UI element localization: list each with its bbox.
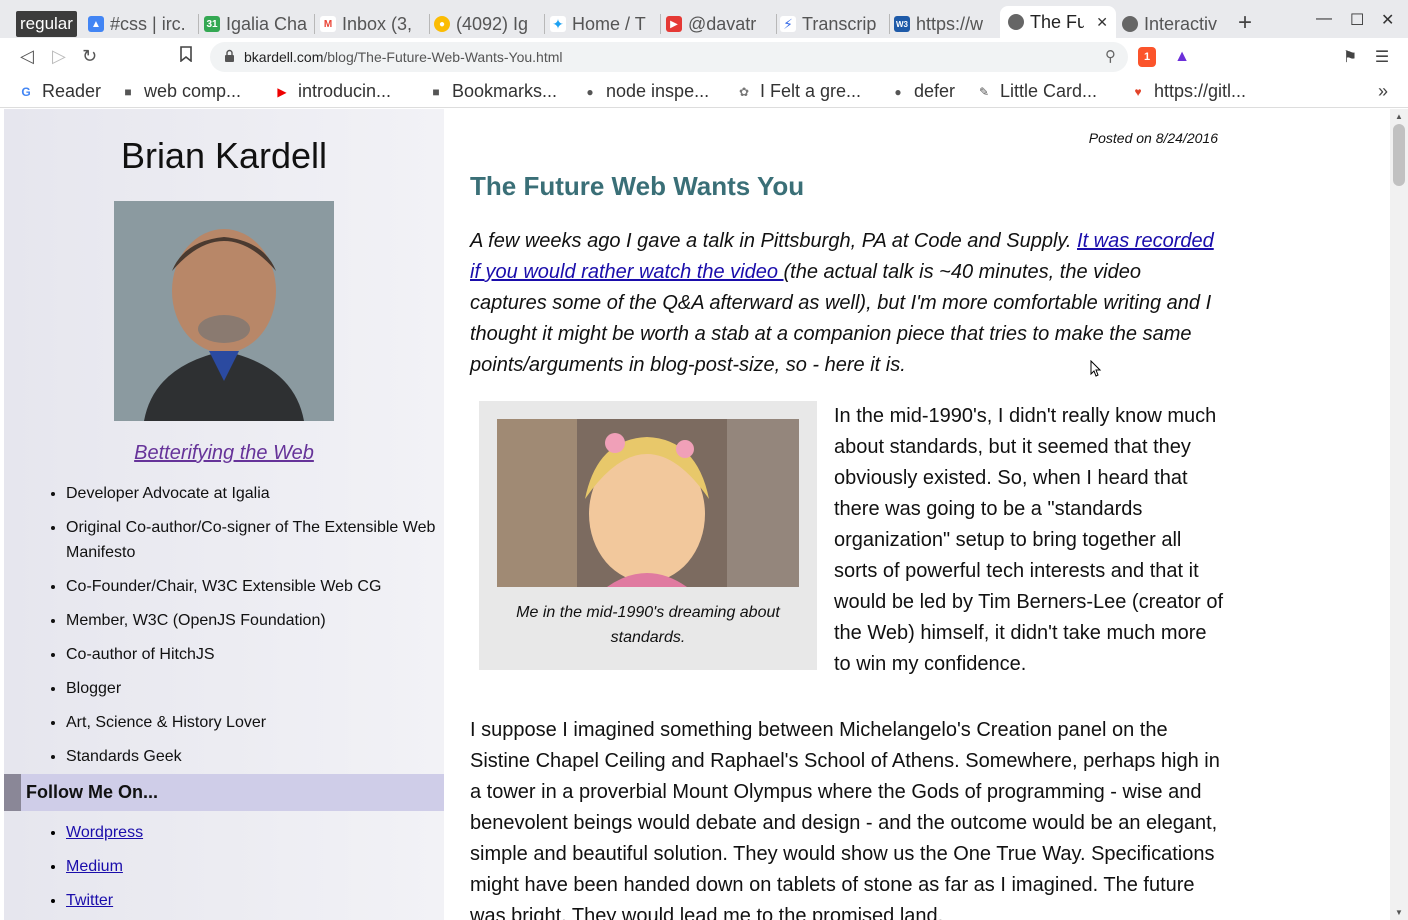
maximize-icon[interactable]: ☐ (1350, 10, 1364, 30)
gmail-icon: M (320, 16, 336, 32)
list-item: Blogger (66, 676, 436, 701)
youtube-icon: ▶ (277, 84, 287, 99)
w3c-icon: W3 (894, 16, 910, 32)
bookmark-introducing[interactable]: ▶ introducin... (274, 81, 391, 102)
menu-icon[interactable]: ☰ (1372, 47, 1392, 67)
list-item: Art, Science & History Lover (66, 710, 436, 735)
paw-icon: ✿ (738, 84, 750, 99)
list-item: Co-Founder/Chair, W3C Extensible Web CG (66, 574, 436, 599)
new-tab-button[interactable]: + (1238, 9, 1252, 37)
bookmark-felt-great[interactable]: ✿ I Felt a gre... (736, 81, 861, 102)
article-paragraph: In the mid-1990's, I didn't really know … (834, 405, 1224, 675)
mouse-cursor-icon (1090, 360, 1102, 377)
tab-interactive[interactable]: Interactiv (1122, 10, 1230, 38)
close-tab-icon[interactable]: ✕ (1096, 14, 1108, 31)
extensions-icon[interactable]: ⚑ (1340, 47, 1360, 67)
more-bookmarks-icon[interactable]: » (1378, 81, 1388, 102)
article-intro: A few weeks ago I gave a talk in Pittsbu… (470, 230, 1214, 376)
back-icon[interactable]: ◁ (20, 46, 34, 67)
author-name: Brian Kardell (120, 135, 328, 176)
wordpress-link[interactable]: Wordpress (66, 824, 143, 841)
twitter-icon: ✦ (550, 16, 566, 32)
scroll-up-icon[interactable]: ▲ (1395, 112, 1403, 121)
author-photo (114, 201, 334, 421)
post-date: Posted on 8/24/2016 (1088, 130, 1218, 146)
forward-icon[interactable]: ▷ (52, 46, 66, 67)
video-icon: ▶ (666, 16, 682, 32)
tab-inbox[interactable]: M Inbox (3, (320, 10, 426, 38)
bookmarks-bar: G Reader ■ web comp... ▶ introducin... ■ Boo… (0, 76, 1408, 108)
profile-sidebar: Brian Kardell Betterifying the Web Devel… (4, 109, 444, 920)
minimize-icon[interactable]: — (1316, 10, 1332, 28)
list-item: Co-author of HitchJS (66, 642, 436, 667)
chat-icon: ● (434, 16, 450, 32)
tab-irc[interactable]: ▲ #css | irc. (88, 10, 194, 38)
zoom-icon[interactable]: ⚲ (1105, 47, 1116, 65)
tab-davatron[interactable]: ▶ @davatr (666, 10, 772, 38)
bookmark-reader[interactable]: G Reader (18, 81, 101, 102)
globe-icon: ● (894, 84, 902, 99)
lock-icon (225, 49, 234, 62)
follow-links-list: Wordpress Medium Twitter (66, 821, 143, 920)
close-window-icon[interactable]: ✕ (1381, 10, 1394, 30)
bookmark-node-inspector[interactable]: ● node inspe... (582, 81, 709, 102)
figure-image (497, 419, 799, 587)
article-title: The Future Web Wants You (470, 171, 805, 201)
calendar-icon: 31 (204, 16, 220, 32)
bookmark-page-icon[interactable] (180, 46, 192, 67)
dog-icon: ✎ (978, 84, 990, 99)
gitlab-icon: ♥ (1134, 84, 1142, 99)
bookmark-folder-bookmarks[interactable]: ■ Bookmarks... (428, 81, 557, 102)
bookmark-gitlab[interactable]: ♥ https://gitl... (1130, 81, 1246, 102)
folder-icon: ■ (124, 84, 132, 99)
google-icon: G (21, 84, 31, 99)
rewards-icon[interactable]: ▲ (1172, 47, 1192, 67)
tab-twitter-home[interactable]: ✦ Home / T (550, 10, 656, 38)
list-item: Standards Geek (66, 744, 436, 769)
brave-shield-icon[interactable]: 1 (1138, 47, 1156, 67)
vertical-scrollbar[interactable]: ▲ ▼ (1390, 109, 1408, 920)
figure-caption: Me in the mid-1990's dreaming about stan… (516, 604, 780, 646)
tab-w3c[interactable]: W3 https://w (894, 10, 998, 38)
tab-group-label[interactable]: regular (16, 11, 77, 37)
reload-icon[interactable]: ↻ (82, 46, 97, 67)
url-text: bkardell.com/blog/The-Future-Web-Wants-Y… (244, 49, 563, 65)
folder-icon: ■ (432, 84, 440, 99)
follow-heading: Follow Me On... (4, 774, 444, 811)
tab-strip: regular ▲ #css | irc. 31 Igalia Cha M In… (0, 0, 1408, 38)
tagline-link[interactable]: Betterifying the Web (4, 442, 444, 465)
browser-toolbar: ◁ ▷ ↻ bkardell.com/blog/The-Future-Web-W… (0, 38, 1408, 76)
globe-icon (1008, 14, 1024, 30)
globe-icon (1122, 16, 1138, 32)
tab-future-web-active[interactable]: The Fu ✕ (1000, 6, 1116, 38)
bolt-icon: ⚡ (780, 16, 796, 32)
scroll-down-icon[interactable]: ▼ (1395, 908, 1403, 917)
scroll-thumb[interactable] (1393, 124, 1405, 186)
twitter-link[interactable]: Twitter (66, 892, 113, 909)
article-paragraph: I suppose I imagined something between M… (470, 719, 1220, 920)
list-item: Member, W3C (OpenJS Foundation) (66, 608, 436, 633)
list-item: Original Co-author/Co-signer of The Exte… (66, 515, 436, 565)
tab-igalia-chat[interactable]: 31 Igalia Cha (204, 10, 310, 38)
chat-icon: ▲ (88, 16, 104, 32)
bookmark-web-comp[interactable]: ■ web comp... (120, 81, 241, 102)
medium-link[interactable]: Medium (66, 858, 123, 875)
tab-chat-4092[interactable]: ● (4092) Ig (434, 10, 540, 38)
page-viewport: Brian Kardell Betterifying the Web Devel… (0, 109, 1390, 920)
bookmark-little-card[interactable]: ✎ Little Card... (976, 81, 1097, 102)
list-item: Developer Advocate at Igalia (66, 481, 436, 506)
tab-transcript[interactable]: ⚡ Transcrip (780, 10, 886, 38)
article-figure: Me in the mid-1990's dreaming about stan… (479, 401, 817, 670)
bookmark-defer[interactable]: ● defer (890, 81, 955, 102)
address-bar[interactable]: bkardell.com/blog/The-Future-Web-Wants-Y… (210, 42, 1128, 72)
globe-icon: ● (586, 84, 594, 99)
roles-list: Developer Advocate at Igalia Original Co… (66, 481, 436, 778)
